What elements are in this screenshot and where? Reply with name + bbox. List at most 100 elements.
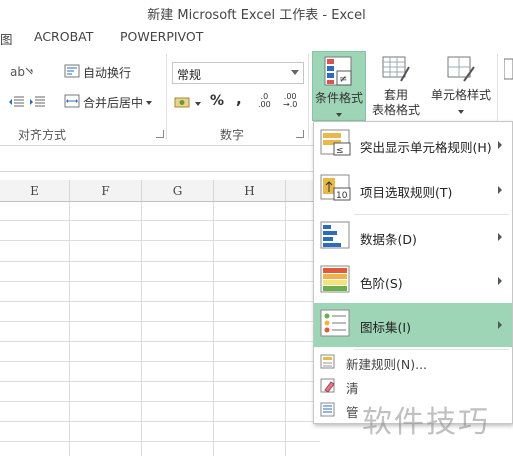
- grid-line: [0, 361, 320, 362]
- grid-line: [0, 421, 320, 422]
- menu-item-icon-sets[interactable]: 图标集(I): [314, 303, 512, 347]
- number-format-select[interactable]: 常规: [172, 62, 304, 84]
- group-divider: [308, 54, 309, 140]
- chevron-right-icon: [498, 233, 502, 241]
- top-bottom-rules-icon: 10: [320, 174, 354, 207]
- alignment-group-label: 对齐方式: [18, 128, 67, 142]
- format-as-table-button[interactable]: 套用 表格格式: [368, 51, 424, 121]
- svg-text:≤: ≤: [336, 146, 344, 156]
- menu-item-label: 数据条(D): [360, 232, 417, 247]
- manage-rules-icon: [320, 402, 336, 421]
- column-header-h[interactable]: H: [214, 180, 286, 202]
- conditional-formatting-button[interactable]: ≠ 条件格式: [312, 51, 366, 121]
- conditional-formatting-icon: ≠: [324, 56, 354, 91]
- menu-item-new-rule[interactable]: 新建规则(N)...: [314, 350, 512, 374]
- format-as-table-icon: [381, 55, 411, 88]
- decrease-decimal-button[interactable]: .00 →.0: [283, 93, 297, 109]
- watermark-text: 软件技巧: [362, 405, 490, 440]
- increase-indent-icon: [29, 95, 47, 112]
- orientation-button[interactable]: ab: [8, 64, 36, 81]
- color-scales-icon: [320, 265, 354, 298]
- increase-decimal-bottom: .00: [258, 100, 271, 109]
- chevron-down-icon: [458, 110, 464, 114]
- grid-line: [0, 240, 320, 241]
- wrap-text-button[interactable]: 自动换行: [64, 64, 131, 81]
- menu-item-data-bars[interactable]: 数据条(D): [314, 215, 512, 259]
- merge-center-button[interactable]: 合并后居中: [64, 94, 153, 111]
- new-rule-icon: [320, 354, 336, 373]
- grid-line: [0, 341, 320, 342]
- chevron-down-icon: [195, 101, 201, 106]
- window-title: 新建 Microsoft Excel 工作表 - Excel: [147, 8, 366, 23]
- chevron-right-icon: [498, 186, 502, 194]
- tab-partial[interactable]: 图: [0, 29, 13, 48]
- menu-item-label: 突出显示单元格规则(H): [360, 140, 492, 155]
- insert-button-partial[interactable]: [502, 51, 513, 121]
- number-format-value: 常规: [177, 68, 202, 82]
- grid-line: [0, 441, 320, 442]
- comma-style-button[interactable]: ,: [236, 90, 242, 108]
- menu-item-label: 色阶(S): [360, 276, 403, 291]
- grid-line: [0, 401, 320, 402]
- decrease-indent-icon: [8, 95, 26, 112]
- number-group-label: 数字: [220, 128, 245, 142]
- conditional-formatting-menu: ≤ 突出显示单元格规则(H) 10 项目选取规则(T) 数据条(D) 色阶(S)…: [313, 121, 513, 424]
- grid-line: [0, 321, 320, 322]
- svg-text:ab: ab: [10, 65, 25, 78]
- worksheet-grid[interactable]: E F G H: [0, 180, 320, 456]
- cell-styles-button[interactable]: 单元格样式: [428, 51, 494, 121]
- chevron-right-icon: [498, 277, 502, 285]
- accounting-format-button[interactable]: [174, 95, 201, 112]
- grid-line: [0, 381, 320, 382]
- icon-sets-icon: [320, 309, 354, 342]
- highlight-cells-rules-icon: ≤: [320, 129, 354, 162]
- merge-center-label: 合并后居中: [83, 96, 144, 110]
- conditional-formatting-label: 条件格式: [314, 91, 363, 105]
- menu-item-highlight-cells-rules[interactable]: ≤ 突出显示单元格规则(H): [314, 123, 512, 167]
- menu-item-label: 清: [346, 381, 359, 396]
- insert-cells-icon: [503, 57, 513, 86]
- alignment-dialog-launcher-icon[interactable]: [156, 130, 164, 138]
- grid-line: [0, 261, 320, 262]
- grid-line: [0, 281, 320, 282]
- chevron-down-icon: [336, 113, 342, 117]
- increase-decimal-button[interactable]: .0 .00: [258, 93, 271, 109]
- tab-powerpivot[interactable]: POWERPIVOT: [120, 29, 203, 44]
- format-as-table-label-1: 套用: [383, 88, 408, 102]
- menu-item-clear-rules[interactable]: 清: [314, 374, 512, 398]
- menu-item-top-bottom-rules[interactable]: 10 项目选取规则(T): [314, 168, 512, 212]
- menu-item-label: 新建规则(N)...: [346, 357, 428, 372]
- ribbon-tabs: 图 ACROBAT POWERPIVOT: [0, 26, 513, 48]
- wrap-text-label: 自动换行: [83, 66, 132, 80]
- indent-buttons[interactable]: [8, 95, 47, 112]
- cell-styles-label: 单元格样式: [430, 88, 491, 102]
- format-as-table-label-2: 表格格式: [371, 103, 420, 117]
- menu-item-color-scales[interactable]: 色阶(S): [314, 259, 512, 303]
- title-bar: 新建 Microsoft Excel 工作表 - Excel: [0, 0, 513, 26]
- menu-item-label: 项目选取规则(T): [360, 185, 453, 200]
- menu-item-label: 图标集(I): [360, 320, 411, 335]
- number-dialog-launcher-icon[interactable]: [296, 130, 304, 138]
- column-header-e[interactable]: E: [0, 180, 70, 202]
- currency-icon: [174, 95, 192, 112]
- percent-style-button[interactable]: %: [210, 93, 224, 109]
- chevron-right-icon: [498, 321, 502, 329]
- cell-styles-icon: [446, 55, 476, 88]
- svg-text:10: 10: [336, 191, 348, 201]
- wrap-text-icon: [64, 64, 80, 81]
- chevron-down-icon: [291, 70, 299, 75]
- decrease-decimal-bottom: →.0: [283, 100, 298, 109]
- menu-item-label: 管: [346, 405, 359, 420]
- column-header-g[interactable]: G: [142, 180, 214, 202]
- grid-line: [0, 220, 320, 221]
- column-header-f[interactable]: F: [70, 180, 142, 202]
- grid-line: [0, 301, 320, 302]
- group-divider: [166, 54, 167, 140]
- chevron-down-icon[interactable]: [146, 100, 153, 105]
- svg-text:≠: ≠: [339, 74, 347, 85]
- tab-acrobat[interactable]: ACROBAT: [34, 29, 93, 44]
- orientation-icon: ab: [8, 64, 36, 81]
- data-bars-icon: [320, 221, 354, 254]
- merge-cells-icon: [64, 94, 80, 111]
- clear-rules-icon: [320, 378, 336, 397]
